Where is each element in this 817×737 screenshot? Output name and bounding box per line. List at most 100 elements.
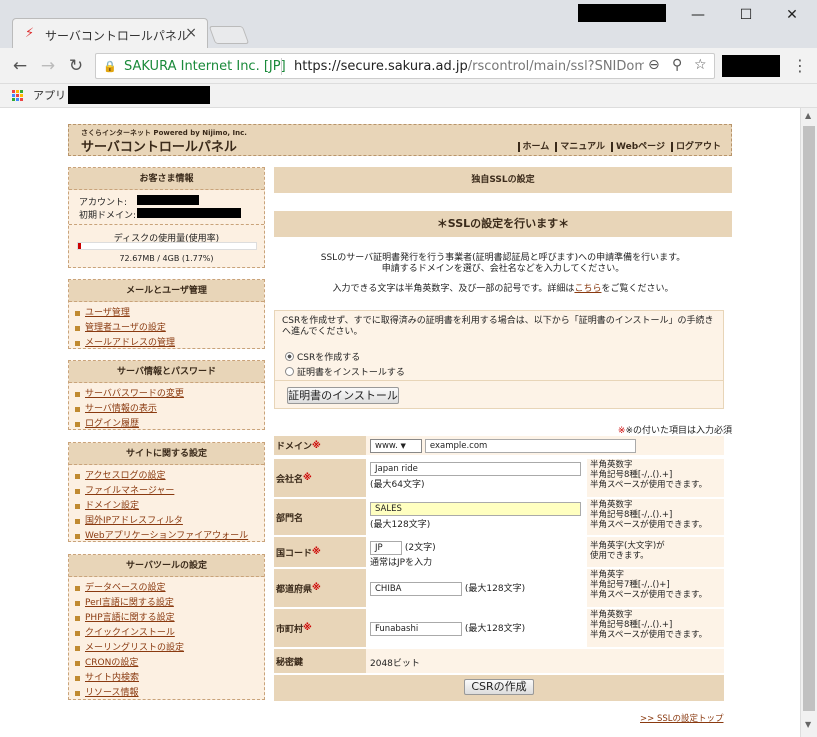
menu-item[interactable]: ファイルマネージャー bbox=[75, 484, 258, 499]
tab-title: サーバコントロールパネル bbox=[45, 29, 189, 43]
menu-site-settings: サイトに関する設定 アクセスログの設定 ファイルマネージャー ドメイン設定 国外IPア… bbox=[68, 442, 265, 542]
back-icon[interactable]: ← bbox=[8, 54, 32, 78]
customer-info-box: お客さま情報 アカウント: 初期ドメイン: ディスクの使用量(使用率) 72.6… bbox=[68, 167, 265, 268]
maximize-button[interactable]: ☐ bbox=[726, 4, 766, 26]
intro-line-3: 入力できる文字は半角英数字、及び一部の記号です。詳細はこちらをご覧ください。 bbox=[274, 284, 732, 295]
radio-install-row[interactable]: 証明書をインストールする bbox=[285, 365, 405, 378]
scroll-down-icon[interactable]: ▼ bbox=[805, 720, 811, 729]
minimize-button[interactable]: — bbox=[678, 4, 718, 26]
menu-icon[interactable]: ⋮ bbox=[792, 56, 808, 75]
disk-usage-text: 72.67MB / 4GB (1.77%) bbox=[119, 254, 214, 263]
csr-note: CSRを作成せず、すでに取得済みの証明書を利用する場合は、以下から「証明書のイン… bbox=[282, 316, 714, 337]
install-certificate-button[interactable]: 証明書のインストール bbox=[287, 387, 399, 404]
scroll-up-icon[interactable]: ▲ bbox=[805, 111, 811, 120]
keylen-value: 2048ビット bbox=[367, 649, 724, 673]
menu-item[interactable]: メーリングリストの設定 bbox=[75, 641, 258, 656]
close-window-button[interactable]: ✕ bbox=[772, 4, 812, 26]
details-link[interactable]: こちら bbox=[574, 284, 601, 294]
webpage-link[interactable]: Webページ bbox=[611, 142, 665, 152]
radio-install[interactable] bbox=[285, 367, 294, 376]
lock-icon: 🔒 bbox=[103, 60, 117, 73]
menu-item[interactable]: サーバ情報の表示 bbox=[75, 402, 258, 417]
menu-item[interactable]: ユーザ管理 bbox=[75, 306, 258, 321]
scroll-thumb[interactable] bbox=[803, 126, 815, 711]
home-link[interactable]: ホーム bbox=[517, 142, 550, 152]
menu-item[interactable]: ログイン履歴 bbox=[75, 417, 258, 432]
menu-item[interactable]: ドメイン設定 bbox=[75, 499, 258, 514]
reload-icon[interactable]: ↻ bbox=[64, 54, 88, 78]
menu-item[interactable]: データベースの設定 bbox=[75, 581, 258, 596]
menu-item[interactable]: CRONの設定 bbox=[75, 656, 258, 671]
menu-item[interactable]: リソース情報 bbox=[75, 686, 258, 701]
menu-item[interactable]: 国外IPアドレスフィルタ bbox=[75, 514, 258, 529]
url-text[interactable]: https://secure.sakura.ad.jp/rscontrol/ma… bbox=[294, 59, 644, 74]
pref-label: 都道府県 ※ bbox=[274, 569, 366, 607]
dept-row: 部門名 SALES (最大128文字) 半角英数字 半角記号8種[-/,.().+… bbox=[274, 499, 724, 537]
city-label: 市町村 ※ bbox=[274, 609, 366, 647]
zoom-icon[interactable]: ⊖ bbox=[648, 57, 660, 73]
country-input[interactable]: JP bbox=[370, 540, 402, 555]
new-tab-button[interactable] bbox=[208, 26, 250, 44]
pin-icon[interactable]: ⚲ bbox=[672, 57, 682, 73]
city-hint: (最大128文字) bbox=[464, 624, 526, 634]
redacted-bookmark bbox=[68, 86, 210, 104]
account-label: アカウント: bbox=[79, 198, 128, 208]
menu-mail-users: メールとユーザ管理 ユーザ管理 管理者ユーザの設定 メールアドレスの管理 bbox=[68, 279, 265, 349]
redacted-extension bbox=[722, 55, 780, 77]
country-field-cell: JP (2文字) 通常はJPを入力 bbox=[367, 537, 586, 568]
manual-link[interactable]: マニュアル bbox=[555, 142, 605, 152]
dept-note: 半角英数字 半角記号8種[-/,.().+] 半角スペースが使用できます。 bbox=[587, 499, 724, 535]
apps-icon[interactable] bbox=[12, 90, 23, 101]
star-icon[interactable]: ☆ bbox=[694, 57, 707, 73]
radio-create-row[interactable]: CSRを作成する bbox=[285, 350, 360, 363]
ssl-top-link[interactable]: >> SSLの設定トップ bbox=[640, 712, 723, 724]
country-hint2: 通常はJPを入力 bbox=[370, 557, 433, 568]
menu-title: サーバツールの設定 bbox=[69, 555, 264, 577]
section-title: ＊SSLの設定を行います＊ bbox=[274, 211, 732, 237]
menu-item[interactable]: Webアプリケーションファイアウォール bbox=[75, 529, 258, 544]
menu-item[interactable]: Perl言語に関する設定 bbox=[75, 596, 258, 611]
create-csr-button[interactable]: CSRの作成 bbox=[464, 679, 534, 695]
dept-field-cell: SALES (最大128文字) bbox=[367, 499, 586, 535]
radio-create[interactable] bbox=[285, 352, 294, 361]
city-input[interactable]: Funabashi bbox=[370, 621, 462, 636]
dept-input[interactable]: SALES bbox=[370, 502, 581, 516]
menu-item[interactable]: PHP言語に関する設定 bbox=[75, 611, 258, 626]
intro-3b: をご覧ください。 bbox=[601, 284, 674, 294]
disk-usage-fill bbox=[78, 243, 82, 249]
company-input[interactable]: Japan ride bbox=[370, 462, 581, 476]
domain-input[interactable]: example.com bbox=[424, 439, 636, 453]
intro-line-2: 申請するドメインを選び、会社名などを入力してください。 bbox=[381, 264, 625, 274]
menu-server-password: サーバ情報とパスワード サーバパスワードの変更 サーバ情報の表示 ログイン履歴 bbox=[68, 360, 265, 430]
company-hint: (最大64文字) bbox=[370, 480, 425, 490]
header-links: ホーム マニュアル Webページ ログアウト bbox=[512, 139, 721, 152]
browser-tab[interactable]: ⚡ サーバコントロールパネル × bbox=[12, 18, 208, 48]
intro-3a: 入力できる文字は半角英数字、及び一部の記号です。詳細は bbox=[332, 284, 575, 294]
menu-item[interactable]: アクセスログの設定 bbox=[75, 469, 258, 484]
menu-title: メールとユーザ管理 bbox=[69, 280, 264, 302]
forward-icon[interactable]: → bbox=[36, 54, 60, 78]
country-hint: (2文字) bbox=[404, 543, 436, 553]
menu-item[interactable]: サイト内検索 bbox=[75, 671, 258, 686]
menu-item[interactable]: 管理者ユーザの設定 bbox=[75, 321, 258, 336]
disk-usage-bar bbox=[77, 242, 257, 250]
keylen-label: 秘密鍵 bbox=[274, 649, 366, 673]
company-field-cell: Japan ride (最大64文字) bbox=[367, 459, 586, 497]
menu-item[interactable]: クイックインストール bbox=[75, 626, 258, 641]
close-tab-icon[interactable]: × bbox=[185, 25, 197, 41]
scrollbar[interactable]: ▲ ▼ bbox=[800, 108, 817, 737]
domain-prefix-select[interactable]: www. ▼ bbox=[370, 439, 422, 453]
country-row: 国コード ※ JP (2文字) 通常はJPを入力 半角英字(大文字)が 使用できます… bbox=[274, 537, 724, 569]
sakura-logo-icon: ⚡ bbox=[25, 26, 35, 41]
menu-item[interactable]: メールアドレスの管理 bbox=[75, 336, 258, 351]
menu-item[interactable]: サーバパスワードの変更 bbox=[75, 387, 258, 402]
required-note: ※※の付いた項目は入力必須 bbox=[617, 426, 732, 436]
apps-label[interactable]: アプリ bbox=[33, 87, 66, 103]
intro-line-1: SSLのサーバ証明書発行を行う事業者(証明書認証局と呼びます)への申請準備を行い… bbox=[320, 253, 686, 263]
logout-link[interactable]: ログアウト bbox=[670, 142, 721, 152]
address-bar[interactable]: 🔒 SAKURA Internet Inc. [JP] https://secu… bbox=[95, 53, 715, 79]
chevron-down-icon: ▼ bbox=[400, 442, 406, 450]
url-path: /rscontrol/main/ssl?SNIDomai bbox=[467, 59, 644, 74]
pref-input[interactable]: CHIBA bbox=[370, 581, 462, 596]
required-note-text: ※の付いた項目は入力必須 bbox=[625, 426, 732, 436]
